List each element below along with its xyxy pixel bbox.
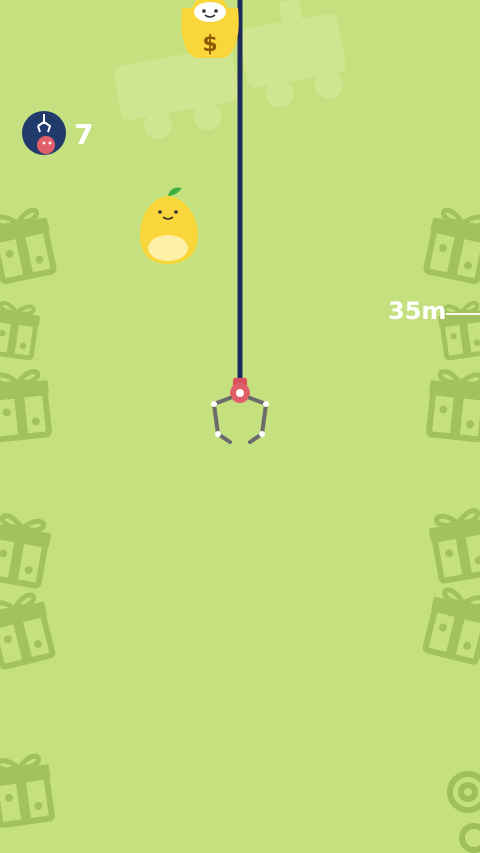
money-bag-symbol: $ (202, 32, 217, 57)
depth-label: 35m (388, 297, 447, 325)
pear-prize[interactable] (140, 187, 198, 264)
game-scene: $ (0, 0, 480, 853)
claw-count: 7 (74, 118, 94, 151)
claw-machine-icon (22, 111, 66, 155)
gear-decorations (447, 771, 480, 853)
money-bag-prize[interactable]: $ (181, 0, 239, 58)
right-gift-decorations (421, 208, 480, 664)
claw[interactable] (211, 378, 269, 444)
left-gift-decorations (0, 208, 58, 826)
depth-marker-line (446, 313, 480, 315)
pear-leaf (168, 187, 182, 196)
